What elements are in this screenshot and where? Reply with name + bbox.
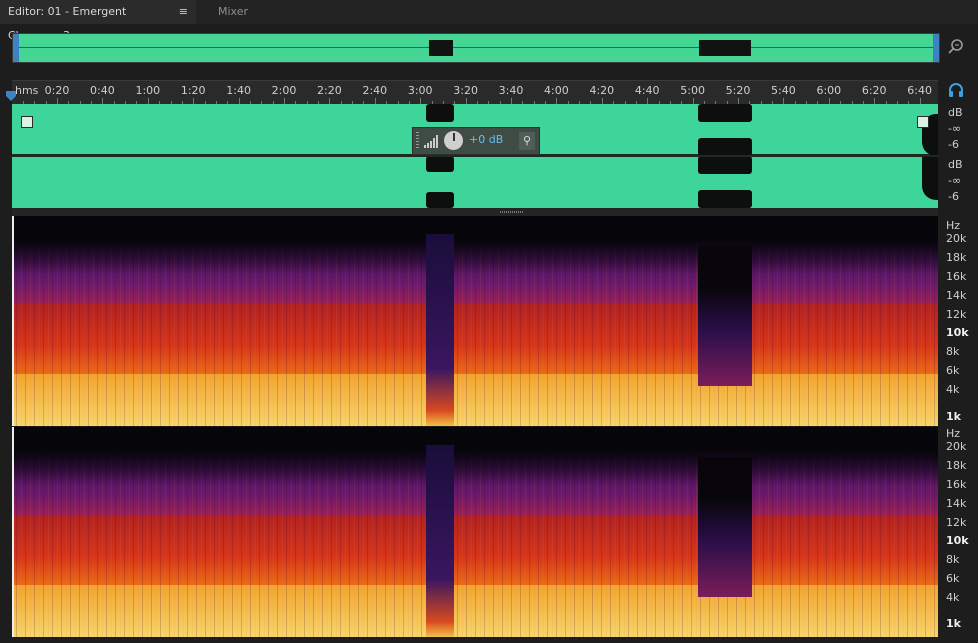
ruler-tick-label: 1:00 — [135, 84, 161, 97]
tab-bar: Editor: 01 - Emergent Chaos.mp3 ≡ Mixer — [0, 0, 978, 42]
hz-label: 1k — [946, 617, 961, 630]
db-label: -∞ — [948, 122, 962, 135]
gain-value[interactable]: +0 dB — [469, 133, 503, 146]
stereo-centerline — [12, 155, 938, 157]
ruler-tick-label: 2:20 — [317, 84, 342, 97]
waveform-quiet-region — [698, 156, 752, 174]
overview-quiet-region — [699, 40, 751, 56]
headphones-icon[interactable] — [947, 81, 965, 99]
hz-label: 10k — [946, 534, 969, 547]
ruler-tick-label: 6:20 — [861, 84, 887, 97]
ruler-tick-label: 6:40 — [907, 84, 932, 97]
ruler-tick-label: 0:20 — [44, 84, 70, 97]
tab-menu-icon[interactable]: ≡ — [179, 0, 188, 24]
ruler-tick-label: 2:00 — [271, 84, 297, 97]
hz-label: 6k — [946, 572, 960, 585]
hz-scale-right: Hz 20k 18k 16k 14k 12k 10k 8k 6k 4k 1k — [938, 427, 978, 637]
waveform-display[interactable] — [12, 104, 938, 208]
ruler-tick-label: 5:00 — [680, 84, 705, 97]
waveform-channel-right — [12, 156, 938, 208]
db-label: -6 — [948, 190, 959, 203]
hz-label: 16k — [946, 270, 967, 283]
ruler-unit: hms — [15, 84, 39, 97]
time-ruler[interactable]: hms 0:20 0:40 1:00 1:20 1:40 2:00 2:20 2:40 3:00… — [12, 80, 938, 105]
ruler-tick-label: 5:40 — [771, 84, 796, 97]
db-label: dB — [948, 158, 963, 171]
hz-label: 14k — [946, 289, 967, 302]
spectrogram-cursor — [12, 216, 14, 426]
fade-out-handle[interactable] — [917, 116, 929, 128]
gain-knob[interactable] — [444, 131, 463, 150]
spectrogram-cursor — [12, 427, 14, 637]
ruler-tick-label: 1:20 — [180, 84, 206, 97]
ruler-tick-label: 6:00 — [816, 84, 842, 97]
hz-label: 4k — [946, 383, 960, 396]
db-label: -∞ — [948, 174, 962, 187]
hz-label: Hz — [946, 219, 961, 232]
hz-label: 18k — [946, 459, 967, 472]
overview-quiet-region — [429, 40, 453, 56]
ruler-tick-label: 3:00 — [407, 84, 433, 97]
ruler-tick-label: 3:40 — [498, 84, 524, 97]
hz-label: 4k — [946, 591, 960, 604]
overview-right-handle[interactable] — [933, 34, 939, 62]
hz-label: 8k — [946, 553, 960, 566]
spectral-display-left[interactable] — [12, 216, 938, 426]
spectrogram-quiet-region — [698, 457, 752, 597]
ruler-tick-label: 4:20 — [589, 84, 615, 97]
overview-centerline — [13, 47, 939, 48]
pin-icon[interactable]: ⚲ — [519, 132, 535, 150]
hz-label: 12k — [946, 308, 967, 321]
tab-mixer[interactable]: Mixer — [210, 0, 256, 24]
hud-grip[interactable] — [416, 132, 419, 150]
spectrogram-quiet-region — [698, 246, 752, 386]
hz-label: 20k — [946, 232, 967, 245]
hz-label: 16k — [946, 478, 967, 491]
hz-label: 14k — [946, 497, 967, 510]
ruler-tick-label: 4:00 — [544, 84, 569, 97]
waveform-quiet-region — [698, 138, 752, 156]
db-label: dB — [948, 106, 963, 119]
hz-label: 1k — [946, 410, 961, 423]
divider-grip[interactable] — [500, 211, 524, 213]
ruler-tick-label: 4:40 — [634, 84, 660, 97]
ruler-tick-label: 1:40 — [226, 84, 251, 97]
waveform-end-fade — [922, 156, 938, 200]
waveform-quiet-region — [698, 104, 752, 122]
tab-editor[interactable]: Editor: 01 - Emergent Chaos.mp3 ≡ — [0, 0, 196, 42]
hz-scale-left: Hz 20k 18k 16k 14k 12k 10k 8k 6k 4k 1k — [938, 216, 978, 426]
waveform-quiet-region — [426, 192, 454, 208]
hz-label: 10k — [946, 326, 969, 339]
spectrogram-high-band — [12, 216, 938, 274]
spectrogram-quiet-region — [426, 234, 454, 426]
db-label: -6 — [948, 138, 959, 151]
waveform-quiet-region — [698, 190, 752, 208]
waveform-quiet-region — [426, 156, 454, 172]
panel-divider[interactable] — [12, 208, 938, 216]
hz-label: 18k — [946, 251, 967, 264]
playhead-marker-icon[interactable] — [5, 90, 17, 102]
ruler-tick-label: 2:40 — [362, 84, 388, 97]
overview-navigator[interactable] — [12, 33, 940, 63]
spectral-display-right[interactable] — [12, 427, 938, 637]
hz-label: Hz — [946, 427, 961, 440]
hz-label: 12k — [946, 516, 967, 529]
ruler-tick-label: 5:20 — [725, 84, 751, 97]
hz-label: 8k — [946, 345, 960, 358]
zoom-selection-icon[interactable] — [947, 37, 965, 55]
overview-left-handle[interactable] — [13, 34, 19, 62]
hz-label: 6k — [946, 364, 960, 377]
hz-label: 20k — [946, 440, 967, 453]
ruler-tick-label: 3:20 — [453, 84, 478, 97]
level-bars-icon — [424, 135, 438, 148]
gain-hud: +0 dB ⚲ — [412, 127, 540, 155]
spectrogram-high-band — [12, 427, 938, 485]
waveform-quiet-region — [426, 104, 454, 122]
ruler-tick-label: 0:40 — [90, 84, 115, 97]
db-scale: dB -∞ -6 dB -∞ -6 — [938, 104, 978, 208]
fade-in-handle[interactable] — [21, 116, 33, 128]
spectrogram-quiet-region — [426, 445, 454, 637]
